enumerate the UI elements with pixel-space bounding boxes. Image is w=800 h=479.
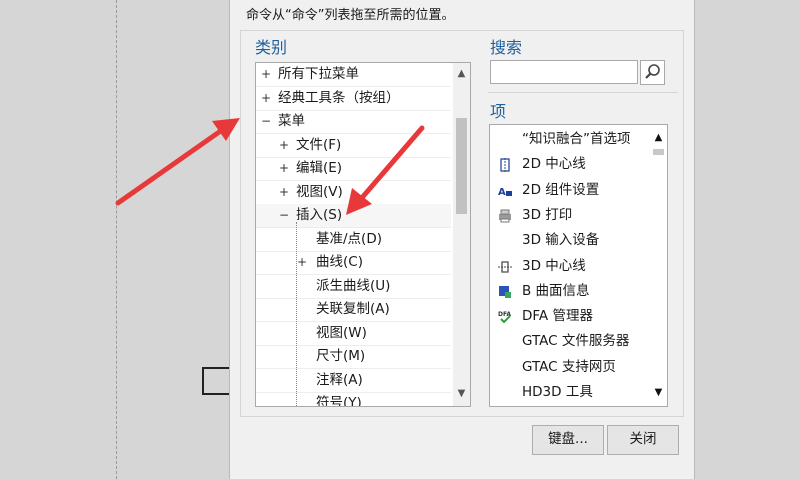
tree-item[interactable]: 关联复制(A): [256, 298, 451, 322]
tree-item-label: 所有下拉菜单: [278, 66, 359, 82]
keyboard-button[interactable]: 键盘...: [532, 425, 604, 455]
instruction-text: 命令从“命令”列表拖至所需的位置。: [246, 8, 455, 23]
collapse-icon[interactable]: −: [278, 204, 290, 227]
expand-icon[interactable]: +: [278, 181, 290, 204]
tree-scroll-thumb[interactable]: [456, 118, 467, 214]
tree-item[interactable]: − 菜单: [256, 110, 451, 134]
command-item-label: “知识融合”首选项: [522, 131, 631, 147]
tree-item[interactable]: + 文件(F): [256, 134, 451, 158]
command-item[interactable]: 3D 输入设备: [490, 228, 650, 253]
tree-item-label: 基准/点(D): [316, 230, 382, 247]
command-item[interactable]: A 2D 组件设置: [490, 178, 650, 203]
tree-item[interactable]: 派生曲线(U): [256, 275, 451, 299]
magnifier-icon: [645, 64, 660, 79]
command-item[interactable]: 3D 中心线: [490, 254, 650, 279]
command-item-label: 2D 组件设置: [522, 181, 600, 198]
annotation-arrow-1: [115, 118, 240, 206]
items-list[interactable]: ▲ ▼ “知识融合”首选项 2D 中心线 A 2D 组件设置 3D 打印 3D 输入设备 3…: [489, 124, 668, 407]
tree-item[interactable]: + 所有下拉菜单: [256, 63, 451, 87]
tree-item-label: 编辑(E): [296, 160, 343, 176]
command-item[interactable]: GTAC 支持网页: [490, 355, 650, 380]
command-item-label: 3D 输入设备: [522, 232, 600, 249]
tree-scrollbar[interactable]: ▲ ▼: [453, 63, 470, 406]
background-guide-line-left: [116, 0, 117, 479]
tree-item[interactable]: 视图(W): [256, 322, 451, 346]
expand-icon[interactable]: +: [296, 251, 308, 274]
tree-item-label: 尺寸(M): [316, 348, 366, 364]
svg-text:A: A: [498, 187, 506, 198]
items-scroll-thumb[interactable]: [653, 149, 664, 155]
expand-icon[interactable]: +: [260, 87, 272, 110]
tree-item-label: 视图(W): [316, 324, 367, 341]
tree-item[interactable]: − 插入(S): [256, 204, 451, 228]
printer-3d-icon: [499, 209, 511, 223]
scroll-down-arrow-icon[interactable]: ▼: [453, 385, 470, 402]
command-item-label: HD3D 工具: [522, 384, 593, 400]
command-item-label: 3D 中心线: [522, 257, 586, 274]
items-scrollbar[interactable]: ▲ ▼: [650, 125, 667, 406]
tree-item-label: 符号(Y): [316, 395, 362, 407]
command-item-label: B 曲面信息: [522, 282, 590, 299]
customize-dialog: 命令从“命令”列表拖至所需的位置。 类别 搜索 项 ▲ ▼ + 所有下拉菜单 + 经典…: [229, 0, 695, 479]
close-button[interactable]: 关闭: [607, 425, 679, 455]
bsurface-info-icon: [499, 285, 511, 298]
tree-item-label: 文件(F): [296, 136, 342, 153]
command-item-label: GTAC 支持网页: [522, 358, 616, 375]
centerline-3d-icon: [498, 260, 512, 273]
tree-item-label: 经典工具条（按组）: [278, 89, 400, 106]
scroll-up-arrow-icon[interactable]: ▲: [453, 65, 470, 82]
items-title: 项: [490, 102, 507, 121]
search-button[interactable]: [640, 60, 665, 85]
tree-connector-line: [296, 221, 297, 406]
tree-item-label: 插入(S): [296, 207, 343, 223]
items-scroll-up-icon[interactable]: ▲: [650, 129, 667, 146]
command-item[interactable]: DFA DFA 管理器: [490, 304, 650, 329]
command-item[interactable]: “知识融合”首选项: [490, 127, 650, 152]
centerline-2d-icon: [500, 158, 510, 173]
command-item-label: GTAC 文件服务器: [522, 333, 630, 350]
tree-item[interactable]: + 编辑(E): [256, 157, 451, 181]
tree-item-label: 菜单: [278, 113, 305, 129]
tree-item-label: 关联复制(A): [316, 301, 390, 317]
command-item[interactable]: HD3D 工具: [490, 380, 650, 405]
tree-item-label: 注释(A): [316, 371, 363, 388]
items-scroll-down-icon[interactable]: ▼: [650, 384, 667, 401]
command-item-label: 2D 中心线: [522, 156, 586, 173]
right-section-divider: [488, 92, 678, 93]
command-item[interactable]: 2D 中心线: [490, 152, 650, 177]
collapse-icon[interactable]: −: [260, 110, 272, 133]
component-2d-icon: A: [498, 187, 512, 198]
tree-item[interactable]: + 曲线(C): [256, 251, 451, 275]
tree-item[interactable]: 尺寸(M): [256, 345, 451, 369]
expand-icon[interactable]: +: [278, 134, 290, 157]
tree-item[interactable]: + 经典工具条（按组）: [256, 87, 451, 111]
tree-item[interactable]: 注释(A): [256, 369, 451, 393]
tree-item[interactable]: + 视图(V): [256, 181, 451, 205]
category-title: 类别: [255, 38, 288, 57]
dfa-manager-icon: DFA: [498, 311, 511, 324]
tree-item[interactable]: 基准/点(D): [256, 228, 451, 252]
command-item[interactable]: B 曲面信息: [490, 279, 650, 304]
expand-icon[interactable]: +: [278, 157, 290, 180]
command-item[interactable]: 3D 打印: [490, 203, 650, 228]
category-tree[interactable]: ▲ ▼ + 所有下拉菜单 + 经典工具条（按组） − 菜单 + 文件(F) + 编辑(E) + 视图(…: [255, 62, 471, 407]
tree-item-label: 派生曲线(U): [316, 277, 391, 294]
command-item-label: DFA 管理器: [522, 308, 593, 325]
search-input[interactable]: [490, 60, 638, 84]
command-item[interactable]: GTAC 文件服务器: [490, 329, 650, 354]
search-title: 搜索: [490, 38, 523, 57]
tree-item-label: 视图(V): [296, 183, 343, 200]
expand-icon[interactable]: +: [260, 63, 272, 86]
tree-item-label: 曲线(C): [316, 254, 363, 270]
command-item-label: 3D 打印: [522, 206, 573, 223]
tree-item[interactable]: 符号(Y): [256, 392, 451, 407]
